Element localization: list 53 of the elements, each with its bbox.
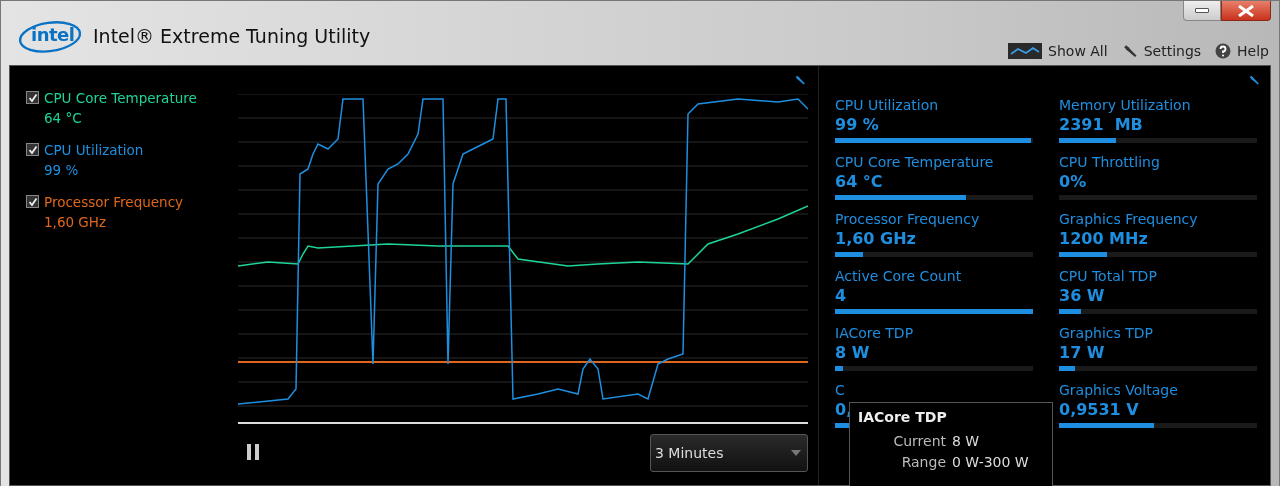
close-button[interactable] [1221, 1, 1271, 21]
help-button[interactable]: Help [1215, 43, 1269, 59]
checkbox[interactable] [26, 195, 39, 208]
minimize-button[interactable] [1183, 1, 1221, 21]
line-chart-icon [1008, 43, 1043, 59]
metric-value: 0% [1059, 171, 1087, 193]
legend-label: Processor Frequency [44, 193, 184, 212]
metric-label: Graphics Frequency [1059, 210, 1198, 228]
pause-icon [246, 443, 260, 460]
legend-value: 64 °C [44, 109, 83, 128]
tooltip-title: IACore TDP [858, 409, 948, 425]
metric-value: 64 °C [835, 171, 883, 193]
metric-label: Processor Frequency [835, 210, 980, 228]
legend-label: CPU Core Temperature [44, 89, 197, 108]
metric-label: CPU Utilization [835, 96, 939, 114]
minimize-icon [1195, 8, 1209, 13]
settings-button[interactable]: Settings [1121, 43, 1202, 59]
metric-label: IACore TDP [835, 324, 914, 342]
metric-value: 1200 MHz [1059, 228, 1148, 250]
legend-value: 1,60 GHz [44, 213, 108, 232]
time-range-dropdown[interactable]: 3 Minutes [650, 434, 808, 472]
checkbox[interactable] [26, 143, 39, 156]
tooltip-value: 0 W-300 W [952, 453, 1030, 472]
metric-value: 2391 MB [1059, 114, 1143, 136]
metric-label: CPU Core Temperature [835, 153, 994, 171]
help-icon [1215, 43, 1232, 59]
metric-value: 99 % [835, 114, 879, 136]
metric-label: Active Core Count [835, 267, 962, 285]
metric-label: C [835, 381, 845, 399]
metric-value: 4 [835, 285, 847, 307]
tooltip-label: Current [892, 432, 946, 451]
metric-value: 1,60 GHz [835, 228, 916, 250]
settings-icon[interactable] [1248, 74, 1260, 86]
metric-label: Memory Utilization [1059, 96, 1191, 114]
legend-label: CPU Utilization [44, 141, 144, 160]
metric-value: 17 W [1059, 342, 1105, 364]
logo: intel [31, 25, 75, 45]
metric-value: 8 W [835, 342, 870, 364]
legend-value: 99 % [44, 161, 80, 180]
window-title: Intel® Extreme Tuning Utility [93, 25, 371, 47]
metric-label: CPU Throttling [1059, 153, 1160, 171]
metric-value: 0,9531 V [1059, 399, 1139, 421]
checkbox[interactable] [26, 91, 39, 104]
show-all-button[interactable]: Show All [1008, 43, 1108, 59]
caret-icon [791, 450, 801, 456]
metric-value: 36 W [1059, 285, 1105, 307]
settings-icon[interactable] [794, 74, 806, 86]
metric-label: Graphics Voltage [1059, 381, 1178, 399]
metric-label: Graphics TDP [1059, 324, 1154, 342]
close-icon [1236, 4, 1256, 17]
tooltip-label: Range [900, 453, 946, 472]
metric-label: CPU Total TDP [1059, 267, 1157, 285]
tooltip-value: 8 W [952, 432, 981, 451]
